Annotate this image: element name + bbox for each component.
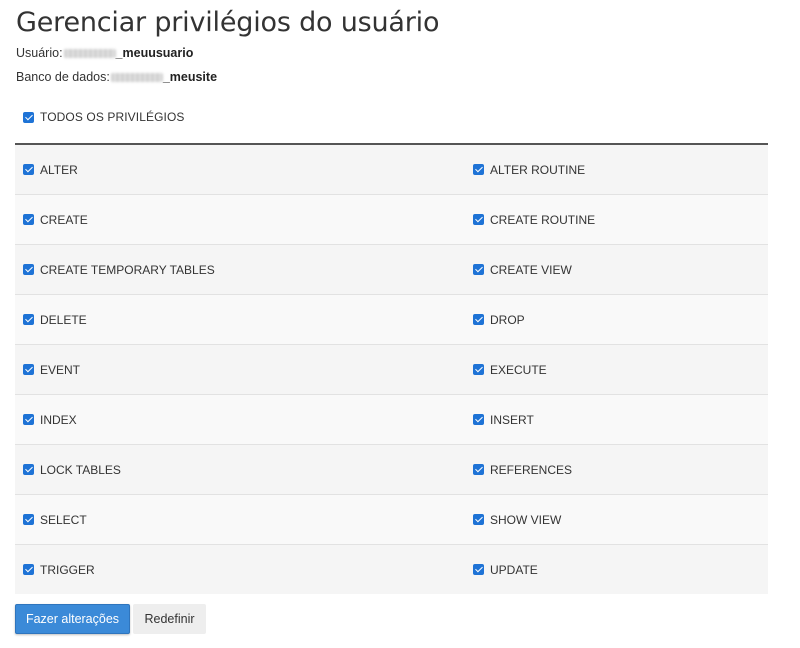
privilege-checkbox[interactable] [23, 164, 34, 175]
privilege-checkbox[interactable] [473, 164, 484, 175]
privilege-option[interactable]: TRIGGER [15, 545, 465, 594]
privileges-table: ALTER ALTER ROUTINE CREATE CREATE ROUTIN… [15, 143, 768, 594]
privilege-option[interactable]: LOCK TABLES [15, 445, 465, 494]
privilege-label: EXECUTE [490, 362, 547, 377]
privilege-label: SHOW VIEW [490, 512, 562, 527]
privilege-label: CREATE ROUTINE [490, 212, 596, 227]
privilege-label: LOCK TABLES [40, 462, 121, 477]
redacted-username-prefix [63, 49, 116, 58]
privilege-label: INDEX [40, 412, 77, 427]
apply-changes-button[interactable]: Fazer alterações [15, 604, 130, 634]
privilege-option[interactable]: CREATE ROUTINE [465, 195, 768, 244]
privilege-row: SELECT SHOW VIEW [15, 495, 768, 545]
privilege-label: CREATE [40, 212, 88, 227]
privilege-option[interactable]: ALTER [15, 145, 465, 194]
privilege-row: LOCK TABLES REFERENCES [15, 445, 768, 495]
privilege-option[interactable]: DELETE [15, 295, 465, 344]
privilege-label: CREATE VIEW [490, 262, 572, 277]
privilege-option[interactable]: EVENT [15, 345, 465, 394]
privilege-option[interactable]: SHOW VIEW [465, 495, 768, 544]
reset-button[interactable]: Redefinir [133, 604, 206, 634]
user-value: _meuusuario [115, 46, 194, 60]
privilege-checkbox[interactable] [473, 414, 484, 425]
privilege-label: ALTER [40, 162, 78, 177]
privilege-label: DROP [490, 312, 525, 327]
privilege-label: INSERT [490, 412, 534, 427]
privilege-checkbox[interactable] [473, 364, 484, 375]
privilege-label: CREATE TEMPORARY TABLES [40, 262, 215, 277]
privilege-option[interactable]: ALTER ROUTINE [465, 145, 768, 194]
privilege-checkbox[interactable] [23, 414, 34, 425]
privilege-row: DELETE DROP [15, 295, 768, 345]
privilege-option[interactable]: CREATE [15, 195, 465, 244]
privilege-option[interactable]: REFERENCES [465, 445, 768, 494]
privilege-option[interactable]: DROP [465, 295, 768, 344]
privilege-checkbox[interactable] [473, 464, 484, 475]
user-info: Usuário: _meuusuario [16, 46, 193, 60]
privilege-option[interactable]: EXECUTE [465, 345, 768, 394]
user-label: Usuário: [16, 46, 63, 60]
privilege-checkbox[interactable] [23, 264, 34, 275]
privilege-checkbox[interactable] [23, 514, 34, 525]
privilege-option[interactable]: INDEX [15, 395, 465, 444]
all-privileges-option[interactable]: TODOS OS PRIVILÉGIOS [23, 110, 184, 124]
privilege-row: EVENT EXECUTE [15, 345, 768, 395]
privilege-option[interactable]: CREATE VIEW [465, 245, 768, 294]
privilege-checkbox[interactable] [473, 314, 484, 325]
privilege-checkbox[interactable] [23, 464, 34, 475]
privilege-checkbox[interactable] [23, 314, 34, 325]
privilege-checkbox[interactable] [23, 214, 34, 225]
privilege-checkbox[interactable] [23, 564, 34, 575]
privilege-option[interactable]: SELECT [15, 495, 465, 544]
page-title: Gerenciar privilégios do usuário [16, 7, 440, 38]
privilege-label: REFERENCES [490, 462, 573, 477]
privilege-row: CREATE TEMPORARY TABLES CREATE VIEW [15, 245, 768, 295]
privilege-row: TRIGGER UPDATE [15, 545, 768, 594]
privilege-checkbox[interactable] [473, 514, 484, 525]
privilege-label: DELETE [40, 312, 87, 327]
privilege-option[interactable]: CREATE TEMPORARY TABLES [15, 245, 465, 294]
privilege-row: ALTER ALTER ROUTINE [15, 145, 768, 195]
privilege-label: ALTER ROUTINE [490, 162, 586, 177]
redacted-database-prefix [110, 73, 163, 82]
privilege-option[interactable]: INSERT [465, 395, 768, 444]
privilege-checkbox[interactable] [473, 564, 484, 575]
privilege-label: SELECT [40, 512, 87, 527]
all-privileges-label: TODOS OS PRIVILÉGIOS [40, 110, 185, 124]
database-value: _meusite [162, 70, 218, 84]
privilege-row: INDEX INSERT [15, 395, 768, 445]
privilege-checkbox[interactable] [473, 214, 484, 225]
database-label: Banco de dados: [16, 70, 110, 84]
privilege-row: CREATE CREATE ROUTINE [15, 195, 768, 245]
all-privileges-checkbox[interactable] [23, 111, 34, 123]
privilege-option[interactable]: UPDATE [465, 545, 768, 594]
privilege-label: TRIGGER [40, 562, 95, 577]
database-info: Banco de dados: _meusite [16, 70, 217, 84]
privilege-checkbox[interactable] [23, 364, 34, 375]
privilege-label: UPDATE [490, 562, 538, 577]
privilege-label: EVENT [40, 362, 81, 377]
privilege-checkbox[interactable] [473, 264, 484, 275]
